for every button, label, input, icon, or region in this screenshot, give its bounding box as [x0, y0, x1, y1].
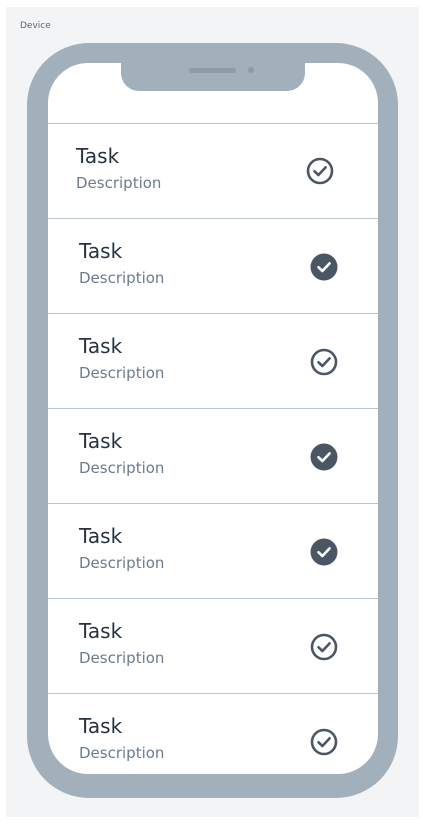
task-description: Description [79, 364, 165, 382]
speaker-grille [189, 68, 236, 73]
task-description: Description [79, 744, 165, 762]
check-circle-filled-icon[interactable] [310, 253, 338, 281]
task-row-4[interactable]: Task Description [48, 409, 378, 504]
task-row-1[interactable]: Task Description [48, 124, 378, 219]
frame-label: Device [20, 21, 51, 31]
task-row-7[interactable]: Task Description [48, 694, 378, 774]
check-circle-filled-icon[interactable] [310, 443, 338, 471]
task-description: Description [79, 649, 165, 667]
task-description: Description [76, 174, 162, 192]
task-title: Task [79, 714, 123, 738]
task-row-2[interactable]: Task Description [48, 219, 378, 314]
task-title: Task [79, 619, 123, 643]
check-circle-outline-icon[interactable] [306, 157, 334, 185]
camera-dot [248, 67, 254, 73]
task-row-5[interactable]: Task Description [48, 504, 378, 599]
task-title: Task [76, 144, 120, 168]
task-title: Task [79, 429, 123, 453]
task-title: Task [79, 524, 123, 548]
task-description: Description [79, 554, 165, 572]
check-circle-outline-icon[interactable] [310, 633, 338, 661]
task-description: Description [79, 269, 165, 287]
check-circle-outline-icon[interactable] [310, 348, 338, 376]
task-row-3[interactable]: Task Description [48, 314, 378, 409]
task-row-6[interactable]: Task Description [48, 599, 378, 694]
task-description: Description [79, 459, 165, 477]
task-list: Task Description Task Description Task D… [48, 123, 378, 774]
check-circle-outline-icon[interactable] [310, 728, 338, 756]
task-title: Task [79, 239, 123, 263]
device-screen: Task Description Task Description Task D… [48, 63, 378, 774]
check-circle-filled-icon[interactable] [310, 538, 338, 566]
task-title: Task [79, 334, 123, 358]
